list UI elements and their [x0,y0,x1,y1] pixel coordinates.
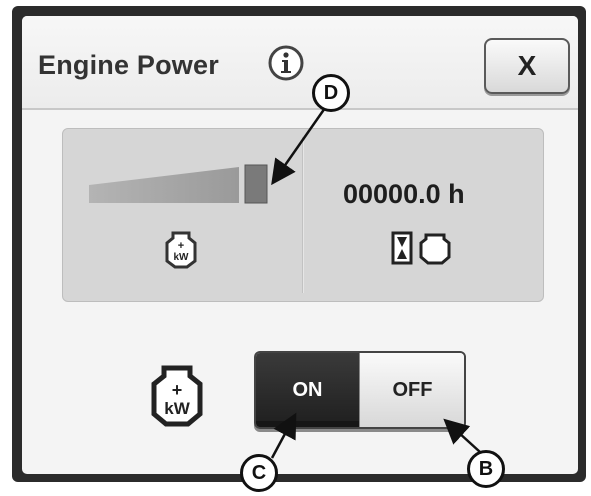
on-button-label: ON [292,378,323,401]
engine-hours-icons [391,231,451,265]
engine-hours-value: 00000.0 h [343,179,465,209]
dialog-header: Engine Power X [22,16,578,110]
close-button[interactable]: X [484,38,570,94]
dialog-title: Engine Power [38,50,219,80]
power-level-bar [89,164,268,204]
off-button-label: OFF [392,378,433,401]
on-button[interactable]: ON [256,353,359,427]
close-button-label: X [517,50,537,81]
kw-icon-plus: + [178,240,184,252]
hourglass-icon [391,231,413,265]
power-level-indicator [244,164,268,204]
kw-icon-label: kW [164,399,190,418]
callout-d: D [312,74,350,112]
kw-icon-plus: + [172,380,183,400]
engine-power-kw-icon: + kW [151,365,203,427]
kw-icon-label: kW [174,252,190,263]
off-button[interactable]: OFF [359,353,464,427]
engine-power-toggle: ON OFF [254,351,466,429]
panel-divider [302,137,304,293]
status-panel: + kW 00000.0 h [62,128,544,302]
engine-icon [419,233,451,265]
info-icon[interactable] [267,44,305,82]
power-level-ramp [89,167,239,203]
callout-c: C [240,454,278,492]
engine-power-kw-icon: + kW [165,231,197,269]
engine-power-dialog: Engine Power X + kW 00000.0 h + kW ON OF… [22,16,578,474]
callout-b: B [467,450,505,488]
